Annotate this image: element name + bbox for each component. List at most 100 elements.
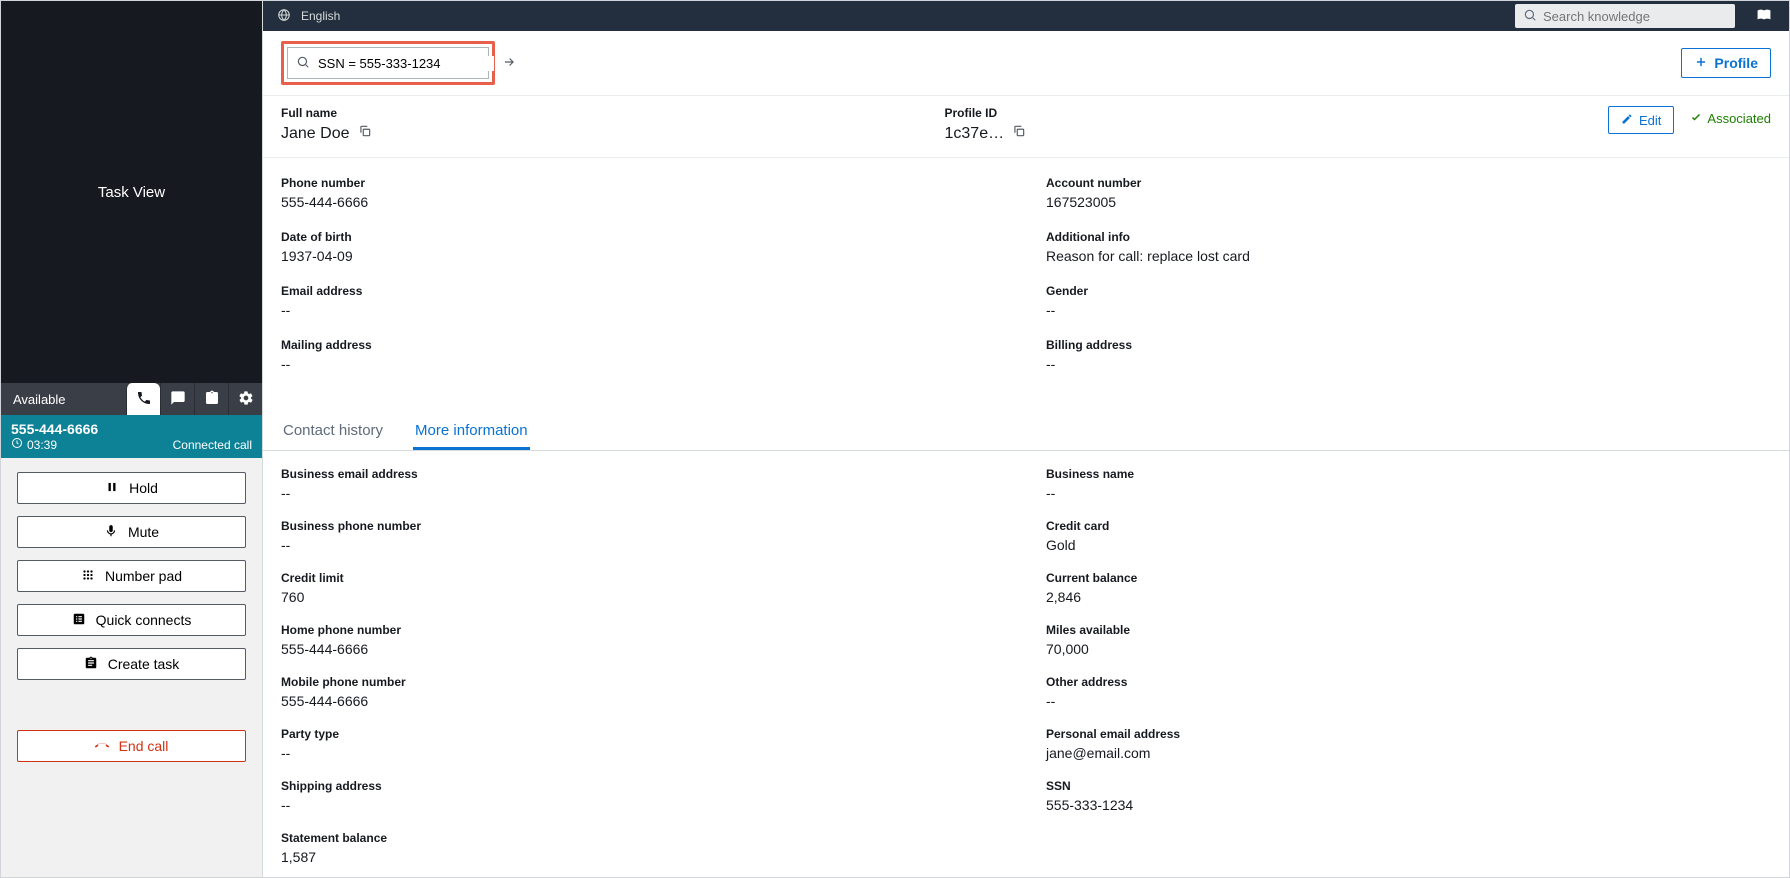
shipping-address-field: Shipping address-- xyxy=(281,779,1006,813)
tab-more-information[interactable]: More information xyxy=(413,412,530,450)
arrow-right-icon[interactable] xyxy=(502,55,516,72)
dob-field: Date of birth 1937-04-09 xyxy=(281,230,1006,264)
account-value: 167523005 xyxy=(1046,194,1771,210)
other-address-field: Other address -- xyxy=(1046,675,1771,709)
personal-email-field: Personal email address jane@email.com xyxy=(1046,727,1771,761)
phone-field: Phone number555-444-6666 xyxy=(281,176,1006,210)
language-label[interactable]: English xyxy=(301,9,340,23)
gear-icon xyxy=(238,390,254,409)
call-number: 555-444-6666 xyxy=(11,421,98,437)
miles-available-label: Miles available xyxy=(1046,623,1771,637)
chat-tab[interactable] xyxy=(160,383,194,415)
mute-button[interactable]: Mute xyxy=(17,516,246,548)
other-address-label: Other address xyxy=(1046,675,1771,689)
miles-available-value: 70,000 xyxy=(1046,641,1771,657)
create-task-button[interactable]: Create task xyxy=(17,648,246,680)
profile-info-grid: Phone number555-444-6666 Account number 1… xyxy=(263,158,1789,402)
billing-address-value: -- xyxy=(1046,356,1771,372)
current-balance-label: Current balance xyxy=(1046,571,1771,585)
pause-icon xyxy=(105,480,119,497)
agent-status[interactable]: Available xyxy=(1,392,126,407)
voice-tab[interactable] xyxy=(126,383,160,415)
party-type-value: -- xyxy=(281,745,1006,761)
quick-connects-button[interactable]: Quick connects xyxy=(17,604,246,636)
associated-label: Associated xyxy=(1707,111,1771,126)
credit-card-value: Gold xyxy=(1046,537,1771,553)
party-type-label: Party type xyxy=(281,727,1006,741)
statement-balance-label: Statement balance xyxy=(281,831,1006,845)
statement-balance-field: Statement balance1,587 xyxy=(281,831,1006,865)
home-phone-label: Home phone number xyxy=(281,623,1006,637)
plus-icon xyxy=(1694,55,1708,72)
clipboard-icon xyxy=(204,390,220,409)
mailing-address-field: Mailing address-- xyxy=(281,338,1006,372)
quick-connects-label: Quick connects xyxy=(96,612,192,628)
end-call-button[interactable]: End call xyxy=(17,730,246,762)
profile-search[interactable] xyxy=(287,47,489,79)
other-address-value: -- xyxy=(1046,693,1771,709)
profile-id-block: Profile ID 1c37e… xyxy=(945,106,1609,143)
content-scroll: Profile Full name Jane Doe Profile ID 1c… xyxy=(263,31,1789,877)
credit-card-field: Credit card Gold xyxy=(1046,519,1771,553)
email-field: Email address -- xyxy=(281,284,1006,318)
associated-indicator: Associated xyxy=(1690,106,1771,126)
dob-label: Date of birth xyxy=(281,230,1006,244)
numpad-button[interactable]: Number pad xyxy=(17,560,246,592)
settings-tab[interactable] xyxy=(228,383,262,415)
add-profile-label: Profile xyxy=(1714,55,1758,71)
account-field: Account number 167523005 xyxy=(1046,176,1771,210)
miles-available-field: Miles available 70,000 xyxy=(1046,623,1771,657)
call-timer: 03:39 xyxy=(11,437,57,452)
home-phone-field: Home phone number 555-444-6666 xyxy=(281,623,1006,657)
dob-value: 1937-04-09 xyxy=(281,248,1006,264)
home-phone-value: 555-444-6666 xyxy=(281,641,1006,657)
knowledge-icon[interactable] xyxy=(1757,7,1775,25)
credit-limit-label: Credit limit xyxy=(281,571,1006,585)
party-type-field: Party type -- xyxy=(281,727,1006,761)
check-icon xyxy=(1690,111,1702,126)
active-call-bar: 555-444-6666 03:39 Connected call xyxy=(1,415,262,458)
personal-email-value: jane@email.com xyxy=(1046,745,1771,761)
account-label: Account number xyxy=(1046,176,1771,190)
gender-value: -- xyxy=(1046,302,1771,318)
profile-search-row: Profile xyxy=(263,31,1789,96)
edit-label: Edit xyxy=(1639,113,1661,128)
mobile-phone-label: Mobile phone number xyxy=(281,675,1006,689)
full-name-block: Full name Jane Doe xyxy=(281,106,945,143)
shipping-address-label: Shipping address xyxy=(281,779,1006,793)
ssn-field: SSN555-333-1234 xyxy=(1046,779,1771,813)
mobile-phone-field: Mobile phone number555-444-6666 xyxy=(281,675,1006,709)
search-highlight xyxy=(281,41,495,85)
task-view-panel: Task View xyxy=(1,1,262,383)
copy-icon[interactable] xyxy=(1012,124,1026,143)
mute-label: Mute xyxy=(128,524,159,540)
search-icon xyxy=(1523,8,1537,25)
ssn-label: SSN xyxy=(1046,779,1771,793)
profile-id-label: Profile ID xyxy=(945,106,1609,120)
hold-label: Hold xyxy=(129,480,158,496)
additional-info-field: Additional infoReason for call: replace … xyxy=(1046,230,1771,264)
mailing-address-label: Mailing address xyxy=(281,338,1006,352)
knowledge-search[interactable] xyxy=(1515,4,1735,28)
copy-icon[interactable] xyxy=(358,124,372,143)
add-profile-button[interactable]: Profile xyxy=(1681,48,1771,78)
call-state: Connected call xyxy=(173,438,252,452)
business-phone-field: Business phone number-- xyxy=(281,519,1006,553)
additional-info-label: Additional info xyxy=(1046,230,1771,244)
email-label: Email address xyxy=(281,284,1006,298)
tab-contact-history[interactable]: Contact history xyxy=(281,412,385,450)
contacts-icon xyxy=(72,612,86,629)
task-tab[interactable] xyxy=(194,383,228,415)
edit-button[interactable]: Edit xyxy=(1608,106,1674,134)
dialpad-icon xyxy=(81,568,95,585)
email-value: -- xyxy=(281,302,1006,318)
call-controls: Hold Mute Number pad Quick connects Crea… xyxy=(1,458,262,877)
hold-button[interactable]: Hold xyxy=(17,472,246,504)
business-email-label: Business email address xyxy=(281,467,1006,481)
personal-email-label: Personal email address xyxy=(1046,727,1771,741)
credit-card-label: Credit card xyxy=(1046,519,1771,533)
end-call-label: End call xyxy=(119,738,169,754)
knowledge-search-input[interactable] xyxy=(1543,9,1727,24)
globe-icon xyxy=(277,8,291,25)
profile-search-input[interactable] xyxy=(318,56,494,71)
